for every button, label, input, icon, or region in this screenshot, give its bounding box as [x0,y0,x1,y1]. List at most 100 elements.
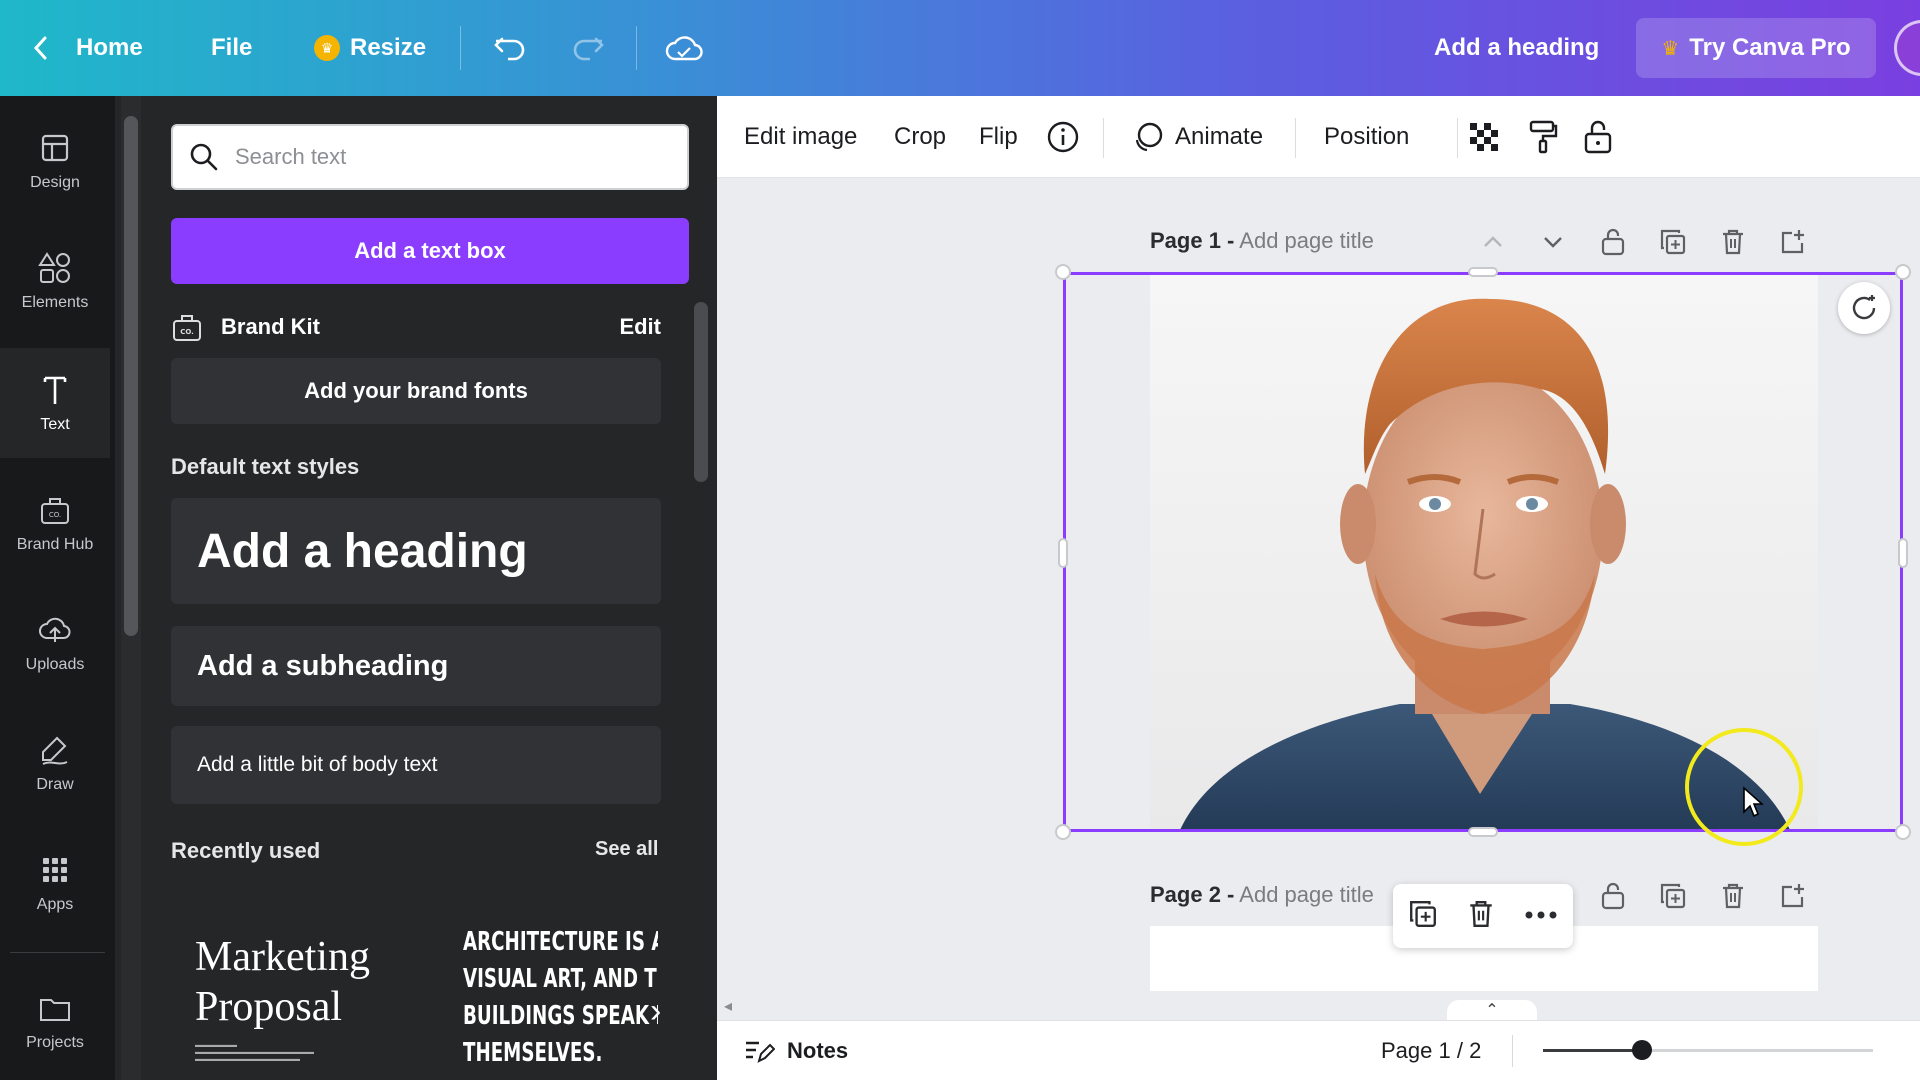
resize-handle[interactable] [1895,824,1911,840]
animate-label: Animate [1175,123,1264,150]
resize-handle[interactable] [1055,264,1071,280]
thumbnail-title-line: Marketing [195,934,370,980]
scroll-left-icon[interactable]: ◂ [724,996,732,1016]
resize-button[interactable]: ♛ Resize [314,0,426,96]
zoom-slider-fill [1543,1049,1642,1052]
page-2-label: Page 2 - Add page title [1150,882,1374,908]
chevron-down-icon[interactable] [1523,222,1583,262]
thumbnail-line: BUILDINGS SPEAK FO [463,1001,658,1031]
expand-pages-chevron-icon[interactable]: ⌃ [1447,1000,1537,1022]
add-page-icon[interactable] [1763,222,1823,262]
cloud-upload-icon [39,617,71,642]
scrollbar-thumb[interactable] [694,302,708,482]
duplicate-page-icon[interactable] [1643,222,1703,262]
page-2-title-input[interactable]: Add page title [1239,882,1374,907]
crop-button[interactable]: Crop [894,96,946,178]
rail-item-text[interactable]: Text [0,348,110,458]
magic-refresh-icon[interactable] [1838,282,1890,334]
thumbnail-line: VISUAL ART, AND THE [463,964,658,994]
folder-icon [40,999,70,1021]
rail-item-label: Draw [36,776,74,793]
context-toolbar: Edit image Crop Flip Animate Position [717,96,1920,178]
panel-inner-scrollbar[interactable] [691,282,711,1080]
divider [1103,118,1104,158]
add-text-box-button[interactable]: Add a text box [171,218,689,284]
rail-item-design[interactable]: Design [0,106,110,216]
avatar[interactable] [1894,20,1920,76]
chevron-up-icon[interactable] [1463,222,1523,262]
add-subheading-button[interactable]: Add a subheading [171,626,661,706]
edit-image-button[interactable]: Edit image [744,96,857,178]
mouse-pointer-icon [1743,786,1764,818]
add-body-text-button[interactable]: Add a little bit of body text [171,726,661,804]
resize-label: Resize [350,34,427,61]
page-1-label: Page 1 - Add page title [1150,228,1374,254]
rail-item-projects[interactable]: Projects [0,966,110,1076]
crown-icon: ♛ [1661,37,1680,60]
back-chevron-icon[interactable] [30,0,52,96]
page-indicator[interactable]: Page 1 / 2 [1381,1021,1481,1080]
delete-page-icon[interactable] [1703,876,1763,916]
try-pro-button[interactable]: ♛ Try Canva Pro [1636,18,1876,78]
resize-handle[interactable] [1058,538,1068,568]
animate-button[interactable]: Animate [1131,96,1263,178]
thumbnail-body-lines: ▬▬▬▬▬▬ ▬▬▬▬▬▬▬▬▬▬▬▬▬▬▬▬▬ ▬▬▬▬▬▬▬▬▬▬▬▬▬▬▬ [195,1042,314,1063]
rail-item-label: Elements [21,294,89,311]
brand-kit-row: CO. Brand Kit Edit [171,302,661,352]
info-icon[interactable] [1046,96,1080,178]
search-box[interactable] [171,124,689,190]
position-button[interactable]: Position [1324,96,1409,178]
rail-item-uploads[interactable]: Uploads [0,588,110,698]
panel-scrollbar[interactable] [121,96,141,1080]
home-link[interactable]: Home [76,0,143,96]
page-1-title-input[interactable]: Add page title [1239,228,1374,253]
text-icon [43,376,67,404]
search-input[interactable] [235,144,655,170]
svg-text:CO.: CO. [180,328,194,336]
lock-page-icon[interactable] [1583,876,1643,916]
more-options-icon[interactable] [1524,907,1558,925]
rail-item-label: Design [30,174,80,191]
add-heading-button[interactable]: Add a heading [171,498,661,604]
notes-button[interactable]: Notes [743,1021,848,1080]
resize-handle[interactable] [1895,264,1911,280]
rail-item-brand-hub[interactable]: CO. Brand Hub [0,468,110,578]
resize-handle[interactable] [1468,267,1498,277]
resize-handle[interactable] [1468,827,1498,837]
file-menu[interactable]: File [211,0,252,96]
thumbnail-title-line: Proposal [195,984,342,1030]
paint-roller-icon[interactable] [1527,96,1559,178]
resize-handle[interactable] [1055,824,1071,840]
pen-icon [42,736,68,765]
add-brand-fonts-button[interactable]: Add your brand fonts [171,358,661,424]
divider [1457,118,1458,158]
recent-template-architecture-quote[interactable]: ARCHITECTURE IS A VISUAL ART, AND THE BU… [463,924,658,1080]
redo-icon[interactable] [570,0,606,96]
rail-item-draw[interactable]: Draw [0,708,110,818]
rail-item-elements[interactable]: Elements [0,226,110,336]
notes-icon [746,1041,775,1063]
carousel-next-icon[interactable]: › [650,992,661,1031]
recent-template-marketing-proposal[interactable]: Marketing Proposal ▬▬▬▬▬▬ ▬▬▬▬▬▬▬▬▬▬▬▬▬▬▬… [195,932,395,1080]
transparency-icon[interactable] [1468,96,1500,178]
resize-handle[interactable] [1898,538,1908,568]
undo-icon[interactable] [492,0,528,96]
add-page-icon[interactable] [1763,876,1823,916]
duplicate-page-icon[interactable] [1643,876,1703,916]
lock-icon[interactable] [1583,96,1613,178]
rail-item-label: Brand Hub [16,536,94,553]
scrollbar-thumb[interactable] [124,116,138,636]
brand-kit-edit-button[interactable]: Edit [619,314,661,340]
duplicate-icon[interactable] [1408,899,1438,934]
lock-page-icon[interactable] [1583,222,1643,262]
rail-item-apps[interactable]: Apps [0,828,110,938]
zoom-slider-handle[interactable] [1632,1040,1652,1060]
trash-icon[interactable] [1468,899,1494,934]
design-title[interactable]: Add a heading [1434,0,1599,96]
grid-icon [43,858,67,882]
see-all-link[interactable]: See all [595,838,658,861]
flip-button[interactable]: Flip [979,96,1018,178]
delete-page-icon[interactable] [1703,222,1763,262]
briefcase-icon: CO. [41,498,69,524]
cloud-save-icon[interactable] [664,0,704,96]
